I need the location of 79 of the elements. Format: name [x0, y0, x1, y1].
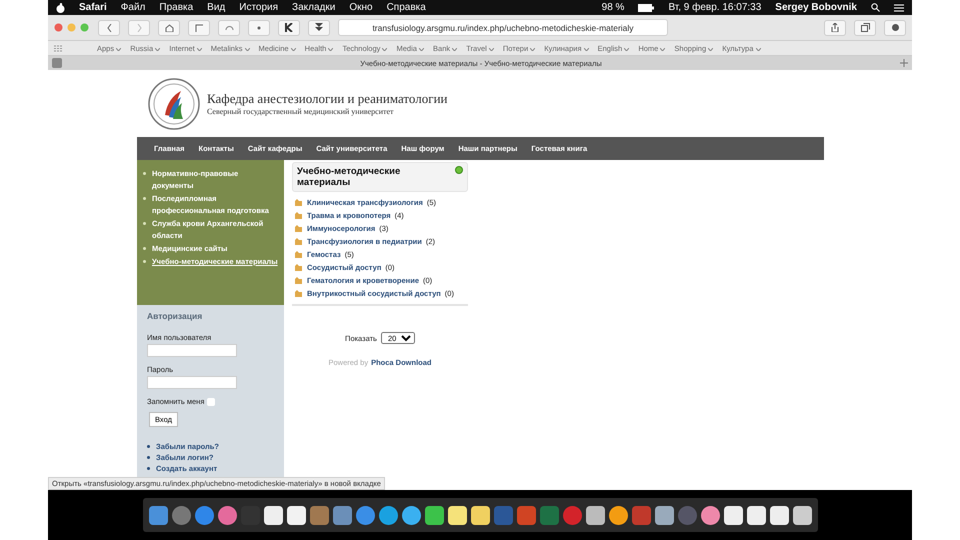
dot-icon [257, 26, 261, 30]
bullet-icon [147, 445, 150, 448]
extension-button[interactable] [278, 20, 300, 36]
address-field[interactable]: transfusiology.arsgmu.ru/index.php/uchebno-metodicheskie-materialy [338, 19, 668, 36]
battery-icon[interactable] [638, 4, 654, 12]
sidebar-button[interactable] [188, 20, 210, 36]
bullet-icon [147, 456, 150, 459]
chevron-down-icon [584, 48, 589, 50]
site-title: Кафедра анестезиологии и реаниматологии [207, 91, 448, 107]
downloads-button[interactable] [248, 20, 270, 36]
share-button[interactable] [824, 20, 846, 36]
menu-clock[interactable]: Вт, 9 февр. 16:07:33 [668, 2, 762, 13]
pocket-button[interactable] [308, 20, 330, 36]
chevron-down-icon [624, 48, 630, 50]
folder-icon [294, 289, 303, 298]
menu-item[interactable]: Вид [207, 2, 226, 13]
menu-item[interactable]: Справка [386, 2, 426, 13]
chevron-down-icon [382, 48, 388, 50]
chevron-down-icon [328, 48, 334, 50]
menu-item[interactable]: Закладки [292, 2, 336, 13]
folder-icon [294, 198, 303, 207]
extension-button[interactable] [884, 20, 906, 36]
bullet-icon [147, 467, 150, 470]
chevron-down-icon [116, 48, 122, 50]
password-field[interactable] [147, 376, 237, 389]
folder-icon [294, 263, 303, 272]
bullet-icon [143, 260, 146, 263]
chevron-down-icon [708, 48, 714, 50]
bullet-icon [143, 197, 146, 200]
menu-item[interactable]: История [239, 2, 278, 13]
k-letter-icon [284, 23, 294, 32]
folder-icon [294, 237, 303, 246]
chevron-down-icon [155, 48, 160, 50]
search-icon[interactable] [871, 3, 880, 12]
battery-percent: 98 % [602, 2, 624, 13]
chevron-down-icon [290, 48, 296, 50]
logo-drawing [147, 76, 201, 130]
share-icon [831, 23, 839, 32]
home-button[interactable] [158, 20, 180, 36]
arc-icon [224, 24, 234, 32]
menu-item[interactable]: Окно [349, 2, 373, 13]
chevron-down-icon [452, 48, 458, 50]
chevron-down-icon [488, 48, 494, 50]
menu-item[interactable]: Файл [120, 2, 146, 13]
menu-item[interactable]: Safari [79, 2, 107, 13]
chevron-down-icon [419, 48, 424, 50]
home-icon [164, 24, 174, 32]
circle-icon [890, 23, 900, 32]
tabs-button[interactable] [854, 20, 876, 36]
folder-icon [294, 224, 303, 233]
bullet-icon [143, 247, 146, 250]
folder-icon [294, 211, 303, 220]
user-name[interactable]: Sergey Bobovnik [775, 2, 857, 13]
chevron-left-icon [106, 24, 112, 32]
menu-item[interactable]: Правка [159, 2, 194, 13]
status-dot-icon [455, 166, 463, 174]
double-arrow-down-icon [315, 23, 323, 32]
chevron-down-icon [756, 48, 760, 50]
chevron-right-icon [136, 24, 142, 32]
back-button[interactable] [98, 20, 120, 36]
chevron-down-icon [196, 48, 202, 50]
bracket-icon [194, 24, 204, 32]
username-field[interactable] [147, 344, 237, 357]
tabs-icon [860, 23, 870, 32]
window-controls-icon[interactable] [54, 23, 90, 32]
plus-icon[interactable] [900, 59, 908, 67]
folder-icon [294, 276, 303, 285]
chevron-down-icon [244, 48, 250, 50]
list-icon[interactable] [894, 4, 904, 12]
site-subtitle: Северный государственный медицинский университет [207, 107, 395, 116]
category-title: Учебно-методические материалы [297, 166, 402, 188]
folder-icon [294, 250, 303, 259]
bullet-icon [143, 222, 146, 225]
remember-checkbox[interactable] [207, 398, 216, 406]
chevron-down-icon [530, 48, 536, 50]
reload-button[interactable] [218, 20, 240, 36]
chevron-down-icon [660, 48, 666, 50]
bullet-icon [143, 172, 146, 175]
login-heading: Авторизация [147, 311, 204, 321]
